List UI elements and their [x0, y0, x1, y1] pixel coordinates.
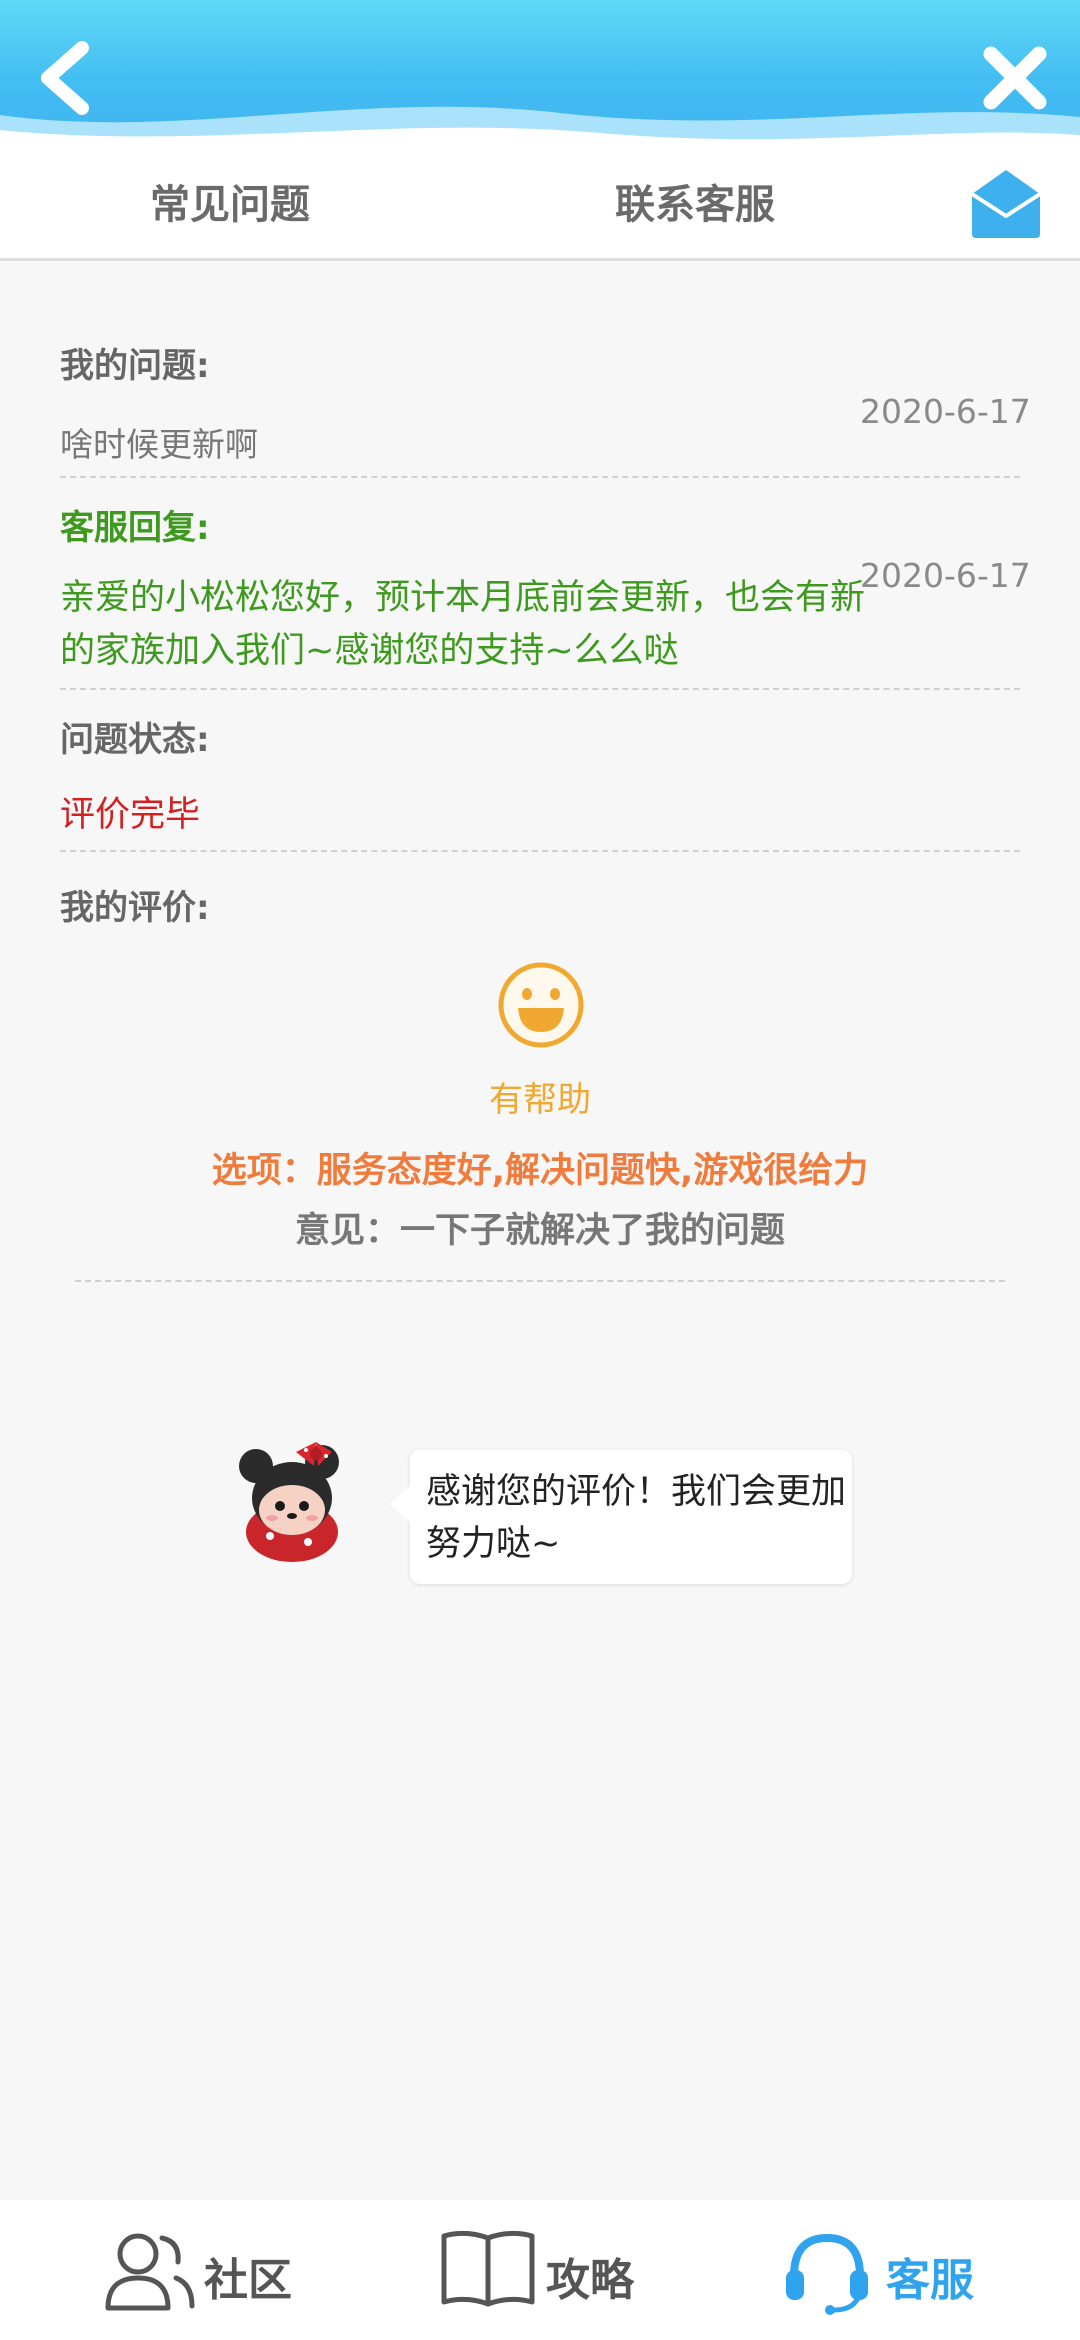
mail-icon — [970, 170, 1042, 238]
evaluation-opinion: 意见：一下子就解决了我的问题 — [294, 1211, 785, 1251]
chevron-left-icon — [41, 41, 89, 115]
nav-community[interactable]: 社区 — [104, 2220, 324, 2320]
reply-date: 2020-6-17 — [860, 556, 1031, 595]
nav-community-label: 社区 — [204, 2255, 292, 2306]
tab-faq[interactable]: 常见问题 — [150, 172, 310, 230]
nav-customer-service-label: 客服 — [886, 2255, 974, 2306]
divider — [60, 850, 1020, 852]
smile-icon — [498, 962, 584, 1048]
back-button[interactable] — [30, 38, 100, 118]
question-status-label: 问题状态: — [60, 720, 210, 760]
thanks-message: 感谢您的评价！我们会更加努力哒~ — [426, 1472, 847, 1564]
nav-guide[interactable]: 攻略 — [440, 2220, 660, 2320]
bottom-nav: 社区 攻略 客服 — [0, 2200, 1080, 2340]
service-reply-label: 客服回复: — [60, 508, 210, 548]
service-reply-text: 亲爱的小松松您好，预计本月底前会更新，也会有新的家族加入我们~感谢您的支持~么么… — [60, 578, 866, 671]
community-icon — [105, 2233, 195, 2311]
close-icon — [983, 46, 1047, 110]
my-evaluation-label: 我的评价: — [60, 888, 210, 928]
my-question-label: 我的问题: — [60, 346, 210, 386]
tab-contact-service[interactable]: 联系客服 — [615, 172, 775, 230]
evaluation-options: 选项：服务态度好,解决问题快,游戏很给力 — [211, 1151, 869, 1191]
thanks-bubble: 感谢您的评价！我们会更加努力哒~ — [390, 1450, 852, 1584]
headset-icon — [786, 2233, 868, 2315]
my-question-text: 啥时候更新啊 — [60, 425, 258, 464]
book-icon — [441, 2230, 535, 2307]
divider — [60, 688, 1020, 690]
header-wave-decoration — [0, 106, 1080, 150]
mail-button[interactable] — [966, 164, 1046, 244]
divider — [60, 476, 1020, 478]
close-button[interactable] — [975, 38, 1055, 118]
app-header — [0, 0, 1080, 150]
nav-guide-label: 攻略 — [546, 2255, 634, 2306]
question-date: 2020-6-17 — [860, 392, 1031, 431]
question-status-value: 评价完毕 — [60, 795, 201, 835]
tab-bar: 常见问题 联系客服 — [0, 150, 1080, 261]
nav-customer-service[interactable]: 客服 — [782, 2220, 1022, 2320]
divider — [75, 1280, 1005, 1282]
evaluation-result: 有帮助 — [489, 1080, 591, 1120]
mascot-avatar — [239, 1442, 339, 1562]
